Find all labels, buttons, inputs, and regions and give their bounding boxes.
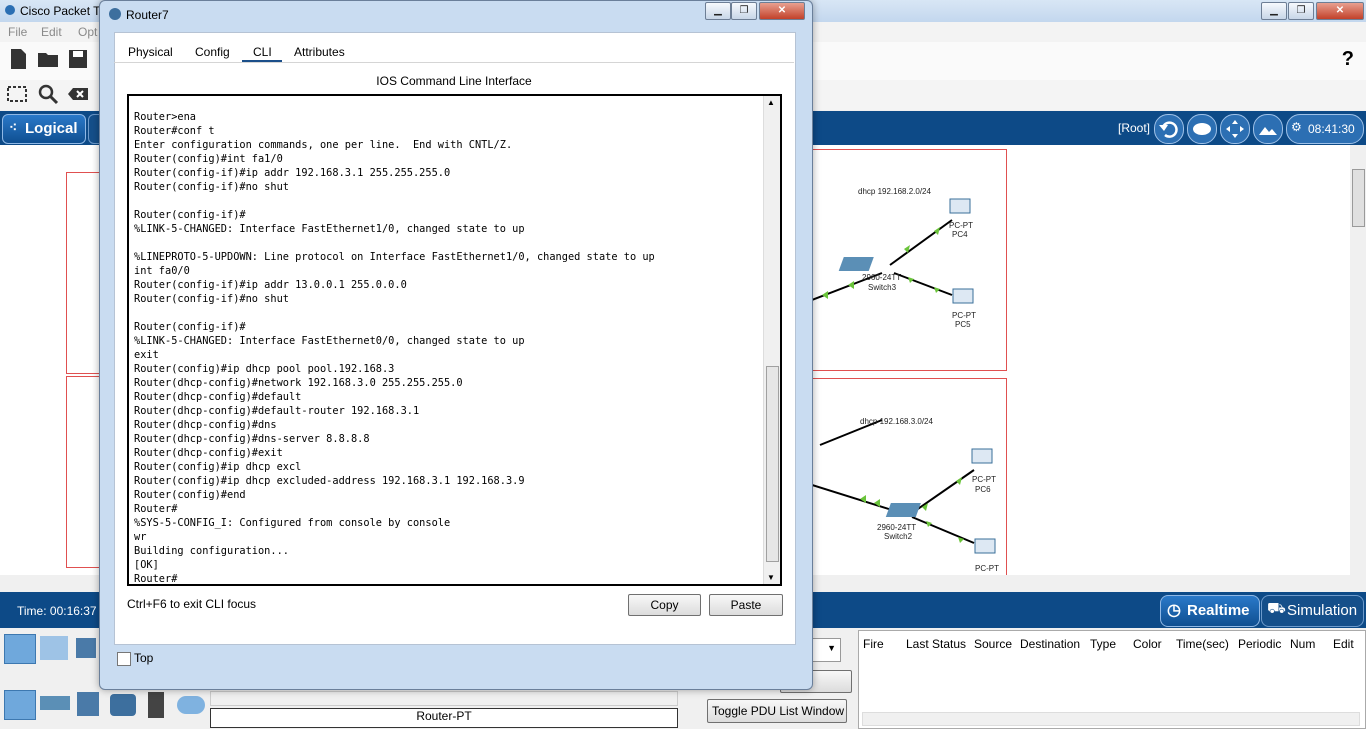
back-icon[interactable] <box>1154 114 1184 144</box>
clock-button[interactable]: ⚙ 08:41:30 <box>1286 114 1364 144</box>
pc7-type: PC-PT <box>975 564 999 573</box>
switch2-name: Switch2 <box>884 532 913 541</box>
paste-button[interactable]: Paste <box>709 594 783 616</box>
menu-edit[interactable]: Edit <box>41 25 62 39</box>
menu-file[interactable]: File <box>8 25 27 39</box>
save-icon[interactable] <box>67 48 89 70</box>
copy-button[interactable]: Copy <box>628 594 701 616</box>
pdu-column-edit[interactable]: Edit <box>1333 637 1354 651</box>
dialog-title: Router7 <box>126 8 169 22</box>
cli-heading: IOS Command Line Interface <box>376 74 532 88</box>
cluster-label-bottom: dhcp 192.168.3.0/24 <box>860 417 933 426</box>
pc6-name: PC6 <box>975 485 991 494</box>
time-display: Time: 00:16:37 <box>17 604 97 618</box>
pdu-column-destination[interactable]: Destination <box>1020 637 1080 651</box>
switch3-model: 2960-24TT <box>862 273 902 282</box>
clock-time: 08:41:30 <box>1308 122 1355 136</box>
top-checkbox-label: Top <box>134 651 154 665</box>
toggle-pdu-list-button[interactable]: Toggle PDU List Window <box>707 699 847 723</box>
logical-icon: ⁖ <box>9 119 18 135</box>
clock-icon: ⚙ <box>1291 120 1302 134</box>
pdu-column-time[interactable]: Time(sec) <box>1176 637 1229 651</box>
topology-bottom <box>812 448 996 554</box>
tab-cli[interactable]: CLI <box>253 45 272 59</box>
root-label: [Root] <box>1118 121 1151 135</box>
help-icon[interactable]: ? <box>1342 48 1354 71</box>
toggle-pdu-label: Toggle PDU List Window <box>712 704 845 718</box>
background-image-icon[interactable] <box>1253 114 1283 144</box>
pdu-column-num[interactable]: Num <box>1290 637 1315 651</box>
simulation-label: Simulation <box>1287 602 1358 619</box>
scroll-up-icon[interactable]: ▲ <box>767 98 775 107</box>
terminal-output: Router>ena Router#conf t Enter configura… <box>134 111 655 585</box>
terminal-scroll-thumb[interactable] <box>766 366 779 562</box>
vscroll-thumb[interactable] <box>1352 169 1365 227</box>
select-icon[interactable] <box>6 83 28 105</box>
stopwatch-icon: ◷ <box>1167 602 1181 619</box>
workspace-vertical-scrollbar[interactable] <box>1350 145 1366 575</box>
logical-view-button[interactable]: ⁖ Logical <box>2 114 86 144</box>
dialog-tabs: Physical Config CLI Attributes <box>114 36 794 62</box>
cloud-device-icon[interactable] <box>177 696 205 714</box>
pdu-column-color[interactable]: Color <box>1133 637 1162 651</box>
delete-icon[interactable] <box>67 83 89 105</box>
wireless-router-icon[interactable] <box>110 694 136 716</box>
realtime-mode-button[interactable]: ◷ Realtime <box>1160 595 1260 627</box>
app-title: Cisco Packet T <box>20 4 101 18</box>
tab-divider <box>114 62 794 63</box>
dialog-close-icon[interactable]: ✕ <box>759 2 805 20</box>
components-category-icon[interactable] <box>76 638 96 658</box>
router-pt-icon[interactable] <box>148 692 164 718</box>
cli-terminal[interactable]: Router>ena Router#conf t Enter configura… <box>127 94 782 586</box>
pc4-name: PC4 <box>952 230 968 239</box>
exit-cli-hint: Ctrl+F6 to exit CLI focus <box>127 597 257 611</box>
tab-physical[interactable]: Physical <box>128 45 173 59</box>
close-icon[interactable]: ✕ <box>1316 2 1364 20</box>
router-1841-icon[interactable] <box>4 690 36 720</box>
move-icon[interactable] <box>1220 114 1250 144</box>
dialog-minimize-icon[interactable]: ▁ <box>705 2 731 20</box>
pc5-type: PC-PT <box>952 311 976 320</box>
new-file-icon[interactable] <box>7 48 29 70</box>
packet-tracer-icon <box>5 5 15 15</box>
scroll-down-icon[interactable]: ▼ <box>767 573 775 582</box>
logical-label: Logical <box>25 120 78 137</box>
pdu-column-type[interactable]: Type <box>1090 637 1116 651</box>
terminal-scrollbar[interactable]: ▲ ▼ <box>763 96 780 584</box>
dialog-maximize-icon[interactable]: ❐ <box>731 2 757 20</box>
router-icon <box>109 8 121 20</box>
pc6-type: PC-PT <box>972 475 996 484</box>
tab-attributes[interactable]: Attributes <box>294 45 345 59</box>
tab-config[interactable]: Config <box>195 45 230 59</box>
maximize-icon[interactable]: ❐ <box>1288 2 1314 20</box>
end-devices-category-icon[interactable] <box>40 636 68 660</box>
top-checkbox[interactable] <box>117 652 131 666</box>
switch3-name: Switch3 <box>868 283 897 292</box>
palette-scrollbar[interactable] <box>210 691 678 706</box>
chevron-down-icon: ▼ <box>827 643 836 653</box>
cloud-icon[interactable] <box>1187 114 1217 144</box>
switch2-model: 2960-24TT <box>877 523 917 532</box>
realtime-label: Realtime <box>1187 602 1250 619</box>
simulation-icon: ⛟ <box>1267 600 1286 617</box>
pdu-column-fire[interactable]: Fire <box>863 637 884 651</box>
simulation-mode-button[interactable]: ⛟ Simulation <box>1261 595 1364 627</box>
open-folder-icon[interactable] <box>37 48 59 70</box>
pdu-column-periodic[interactable]: Periodic <box>1238 637 1281 651</box>
menu-options[interactable]: Opt <box>78 25 97 39</box>
search-icon[interactable] <box>37 83 59 105</box>
pc5-name: PC5 <box>955 320 971 329</box>
routers-category-icon[interactable] <box>4 634 36 664</box>
topology-top <box>812 198 974 304</box>
minimize-icon[interactable]: ▁ <box>1261 2 1287 20</box>
pdu-column-last-status[interactable]: Last Status <box>906 637 966 651</box>
pc4-type: PC-PT <box>949 221 973 230</box>
router-2620-icon[interactable] <box>40 696 70 710</box>
pdu-column-source[interactable]: Source <box>974 637 1012 651</box>
active-tab-indicator <box>242 60 282 62</box>
pdu-horizontal-scrollbar[interactable] <box>862 712 1360 726</box>
router-2811-icon[interactable] <box>77 692 99 716</box>
device-name-label: Router-PT <box>210 708 678 728</box>
